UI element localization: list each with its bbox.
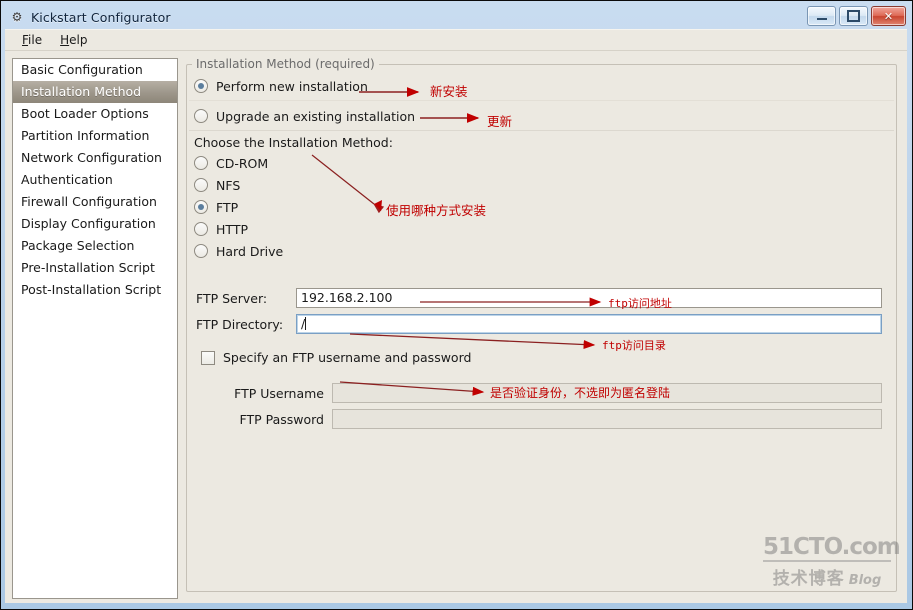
radio-method-http[interactable]: HTTP xyxy=(187,218,896,240)
ftp-password-label: FTP Password xyxy=(239,411,324,427)
radio-off-icon xyxy=(194,244,208,258)
menu-help[interactable]: Help xyxy=(51,31,96,49)
ftp-password-input[interactable] xyxy=(332,409,882,429)
close-button[interactable]: ✕ xyxy=(871,6,906,26)
navigation-list[interactable]: Basic Configuration Installation Method … xyxy=(12,58,178,599)
divider xyxy=(189,130,894,131)
close-icon: ✕ xyxy=(883,9,894,23)
radio-label: HTTP xyxy=(216,221,248,237)
maximize-button[interactable] xyxy=(839,6,868,26)
ftp-password-row: FTP Password xyxy=(187,409,896,429)
ftp-directory-label: FTP Directory: xyxy=(196,316,284,332)
sidebar-item-partition-information[interactable]: Partition Information xyxy=(13,125,177,147)
menu-file[interactable]: File xyxy=(13,31,51,49)
application-window: ⚙ Kickstart Configurator ✕ File Help Bas… xyxy=(0,0,913,610)
title-bar: ⚙ Kickstart Configurator ✕ xyxy=(5,5,907,29)
ftp-username-label: FTP Username xyxy=(234,385,324,401)
text-caret xyxy=(305,317,307,330)
radio-off-icon xyxy=(194,156,208,170)
main-panel: Installation Method (required) Perform n… xyxy=(186,57,901,597)
radio-perform-new-installation[interactable]: Perform new installation xyxy=(187,75,896,97)
radio-off-icon xyxy=(194,222,208,236)
checkbox-specify-ftp-credentials[interactable]: Specify an FTP username and password xyxy=(187,350,896,365)
sidebar-item-basic-configuration[interactable]: Basic Configuration xyxy=(13,59,177,81)
sidebar-item-network-configuration[interactable]: Network Configuration xyxy=(13,147,177,169)
radio-method-nfs[interactable]: NFS xyxy=(187,174,896,196)
radio-label: FTP xyxy=(216,199,239,215)
ftp-directory-input[interactable]: / xyxy=(296,314,882,334)
minimize-button[interactable] xyxy=(807,6,836,26)
app-icon: ⚙ xyxy=(11,10,23,24)
client-area: Basic Configuration Installation Method … xyxy=(5,50,907,603)
group-legend: Installation Method (required) xyxy=(192,57,379,71)
ftp-username-row: FTP Username xyxy=(187,383,896,403)
sidebar-item-post-installation-script[interactable]: Post-Installation Script xyxy=(13,279,177,301)
radio-upgrade-existing-installation[interactable]: Upgrade an existing installation xyxy=(187,105,896,127)
checkbox-label: Specify an FTP username and password xyxy=(223,350,472,365)
sidebar-item-display-configuration[interactable]: Display Configuration xyxy=(13,213,177,235)
ftp-server-row: FTP Server: 192.168.2.100 xyxy=(187,288,896,308)
sidebar-item-firewall-configuration[interactable]: Firewall Configuration xyxy=(13,191,177,213)
radio-on-icon xyxy=(194,79,208,93)
checkbox-unchecked-icon xyxy=(201,350,215,365)
sidebar-item-pre-installation-script[interactable]: Pre-Installation Script xyxy=(13,257,177,279)
radio-method-hard-drive[interactable]: Hard Drive xyxy=(187,240,896,262)
ftp-server-input[interactable]: 192.168.2.100 xyxy=(296,288,882,308)
radio-label: Hard Drive xyxy=(216,243,284,259)
sidebar-item-authentication[interactable]: Authentication xyxy=(13,169,177,191)
choose-method-label: Choose the Installation Method: xyxy=(194,135,393,150)
ftp-username-input[interactable] xyxy=(332,383,882,403)
radio-method-cdrom[interactable]: CD-ROM xyxy=(187,152,896,174)
radio-label: Perform new installation xyxy=(216,78,368,94)
radio-label: Upgrade an existing installation xyxy=(216,108,416,124)
radio-on-icon xyxy=(194,200,208,214)
sidebar-item-boot-loader-options[interactable]: Boot Loader Options xyxy=(13,103,177,125)
window-controls: ✕ xyxy=(807,6,906,26)
radio-label: NFS xyxy=(216,177,241,193)
menu-bar: File Help xyxy=(5,29,907,50)
sidebar-item-package-selection[interactable]: Package Selection xyxy=(13,235,177,257)
ftp-server-value: 192.168.2.100 xyxy=(301,290,393,305)
radio-off-icon xyxy=(194,109,208,123)
radio-method-ftp[interactable]: FTP xyxy=(187,196,896,218)
radio-off-icon xyxy=(194,178,208,192)
ftp-directory-row: FTP Directory: / xyxy=(187,314,896,334)
radio-label: CD-ROM xyxy=(216,155,269,171)
window-title: Kickstart Configurator xyxy=(31,9,171,25)
sidebar-item-installation-method[interactable]: Installation Method xyxy=(13,81,177,103)
ftp-server-label: FTP Server: xyxy=(196,290,268,306)
divider xyxy=(189,100,894,101)
installation-method-group: Installation Method (required) Perform n… xyxy=(186,57,897,592)
